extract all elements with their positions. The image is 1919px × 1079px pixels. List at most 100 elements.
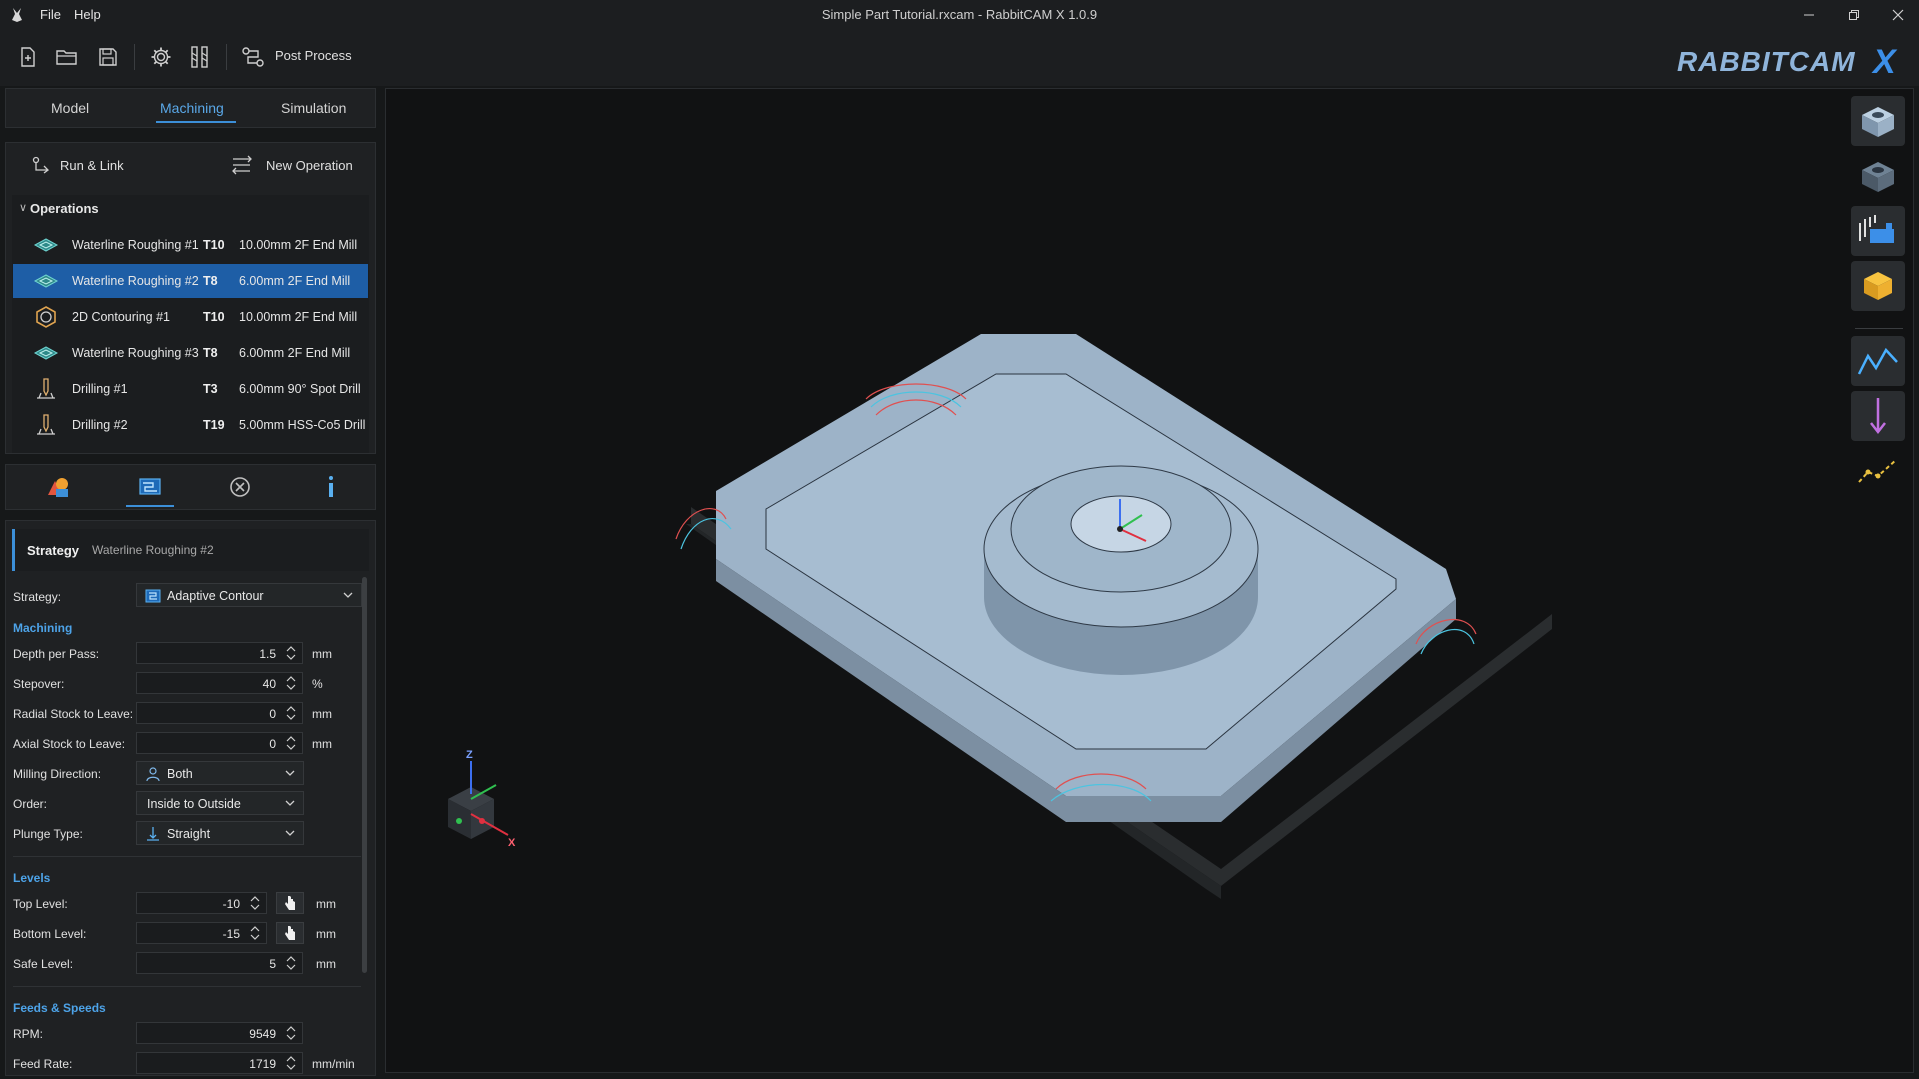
pick-bottom-level-button[interactable]	[276, 922, 304, 944]
fixture-button[interactable]	[1851, 206, 1905, 256]
post-process-button[interactable]: Post Process	[275, 48, 352, 63]
chevron-down-icon	[285, 770, 295, 776]
stepover-label: Stepover:	[13, 677, 65, 691]
waterline-icon	[33, 346, 59, 360]
view-cube[interactable]: Z X	[436, 749, 526, 849]
rpm-input[interactable]: 9549	[136, 1022, 303, 1044]
feed-rate-input[interactable]: 1719	[136, 1052, 303, 1074]
strategy-scrollbar[interactable]	[362, 577, 367, 973]
operation-tool-desc: 6.00mm 2F End Mill	[239, 274, 351, 288]
model-view-icon	[1862, 162, 1894, 192]
operation-row[interactable]: 2D Contouring #1 T10 10.00mm 2F End Mill	[13, 300, 368, 334]
strategy-value: Adaptive Contour	[167, 589, 264, 603]
radial-stock-input[interactable]: 0	[136, 702, 303, 724]
depth-unit: mm	[312, 647, 332, 661]
boundary-icon	[230, 477, 250, 497]
operation-tool-number: T3	[203, 382, 218, 396]
tool-library-button[interactable]	[185, 42, 215, 72]
tab-machining[interactable]: Machining	[160, 100, 224, 116]
operation-name: Waterline Roughing #2	[72, 274, 199, 288]
pick-top-level-button[interactable]	[276, 892, 304, 914]
spinner-arrows-icon[interactable]	[284, 1024, 298, 1042]
spinner-arrows-icon[interactable]	[284, 1054, 298, 1072]
chevron-down-icon	[285, 830, 295, 836]
milling-direction-select[interactable]: Both	[136, 761, 304, 785]
operation-row[interactable]: Waterline Roughing #3 T8 6.00mm 2F End M…	[13, 336, 368, 370]
tab-boundary[interactable]	[225, 473, 255, 501]
section-feeds-speeds: Feeds & Speeds	[13, 1001, 106, 1015]
tab-simulation[interactable]: Simulation	[281, 100, 346, 116]
spinner-arrows-icon[interactable]	[284, 674, 298, 692]
radial-stock-unit: mm	[312, 707, 332, 721]
radial-stock-label: Radial Stock to Leave:	[13, 707, 134, 721]
chevron-down-icon	[285, 800, 295, 806]
operation-row[interactable]: Drilling #2 T19 5.00mm HSS-Co5 Drill	[13, 408, 368, 442]
collapse-chevron-icon[interactable]: ∨	[19, 201, 27, 214]
plunge-moves-button[interactable]	[1851, 391, 1905, 441]
3d-viewport[interactable]: Z X	[385, 88, 1914, 1073]
plunge-type-value: Straight	[167, 827, 211, 841]
toolbar-separator	[226, 44, 227, 70]
person-icon	[146, 767, 160, 782]
main-tabs: Model Machining Simulation	[5, 88, 376, 128]
feed-rate-label: Feed Rate:	[13, 1057, 73, 1071]
strategy-select[interactable]: Adaptive Contour	[136, 583, 362, 607]
post-process-icon-button[interactable]	[238, 42, 268, 72]
stepover-input[interactable]: 40	[136, 672, 303, 694]
spinner-arrows-icon[interactable]	[248, 924, 262, 942]
safe-level-unit: mm	[316, 957, 336, 971]
stepover-unit: %	[312, 677, 323, 691]
rpm-value: 9549	[249, 1027, 276, 1041]
tab-model[interactable]: Model	[51, 100, 89, 116]
strategy-subtitle: Waterline Roughing #2	[92, 543, 214, 557]
spinner-arrows-icon[interactable]	[284, 734, 298, 752]
safe-level-input[interactable]: 5	[136, 952, 303, 974]
solid-stock-button[interactable]	[1851, 261, 1905, 311]
tab-geometry[interactable]	[43, 473, 73, 501]
rabbitcam-logo: RABBITCAM X	[1677, 43, 1898, 78]
feed-rate-value: 1719	[249, 1057, 276, 1071]
plunge-straight-icon	[147, 827, 159, 841]
open-file-button[interactable]	[52, 42, 82, 72]
tab-strategy[interactable]	[135, 473, 165, 501]
stock-view-button[interactable]	[1851, 96, 1905, 146]
operation-name: Waterline Roughing #1	[72, 238, 199, 252]
menu-help[interactable]: Help	[74, 7, 101, 22]
minimize-button[interactable]	[1787, 0, 1831, 30]
window-title: Simple Part Tutorial.rxcam - RabbitCAM X…	[821, 7, 1098, 22]
save-button[interactable]	[93, 42, 123, 72]
main-toolbar: Post Process RABBITCAM X	[0, 30, 1919, 86]
spinner-arrows-icon[interactable]	[284, 704, 298, 722]
new-operation-button[interactable]: New Operation	[266, 158, 353, 173]
operation-row-selected[interactable]: Waterline Roughing #2 T8 6.00mm 2F End M…	[13, 264, 368, 298]
linking-moves-button[interactable]	[1851, 446, 1905, 496]
feed-rate-unit: mm/min	[312, 1057, 355, 1071]
plunge-type-select[interactable]: Straight	[136, 821, 304, 845]
axial-stock-input[interactable]: 0	[136, 732, 303, 754]
minimize-icon	[1804, 14, 1814, 16]
run-link-button[interactable]: Run & Link	[60, 158, 124, 173]
restore-button[interactable]	[1832, 0, 1876, 30]
depth-per-pass-input[interactable]: 1.5	[136, 642, 303, 664]
waterline-icon	[33, 238, 59, 252]
logo-text: RABBITCAM	[1677, 46, 1856, 77]
menu-file[interactable]: File	[40, 7, 61, 22]
operation-row[interactable]: Drilling #1 T3 6.00mm 90° Spot Drill	[13, 372, 368, 406]
spinner-arrows-icon[interactable]	[248, 894, 262, 912]
bottom-level-input[interactable]: -15	[136, 922, 267, 944]
operation-row[interactable]: Waterline Roughing #1 T10 10.00mm 2F End…	[13, 228, 368, 262]
settings-button[interactable]	[146, 42, 176, 72]
toolpath-button[interactable]	[1851, 336, 1905, 386]
top-level-input[interactable]: -10	[136, 892, 267, 914]
spinner-arrows-icon[interactable]	[284, 954, 298, 972]
strategy-panel: Strategy Waterline Roughing #2 Strategy:…	[5, 520, 376, 1076]
spinner-arrows-icon[interactable]	[284, 644, 298, 662]
operations-toolbar: Run & Link New Operation	[6, 143, 375, 187]
view-toolbar	[1849, 96, 1909, 506]
order-select[interactable]: Inside to Outside	[136, 791, 304, 815]
model-view-button[interactable]	[1851, 151, 1905, 201]
tab-tool[interactable]	[316, 473, 346, 501]
new-file-button[interactable]	[13, 42, 43, 72]
close-button[interactable]	[1876, 0, 1919, 30]
order-label: Order:	[13, 797, 48, 811]
